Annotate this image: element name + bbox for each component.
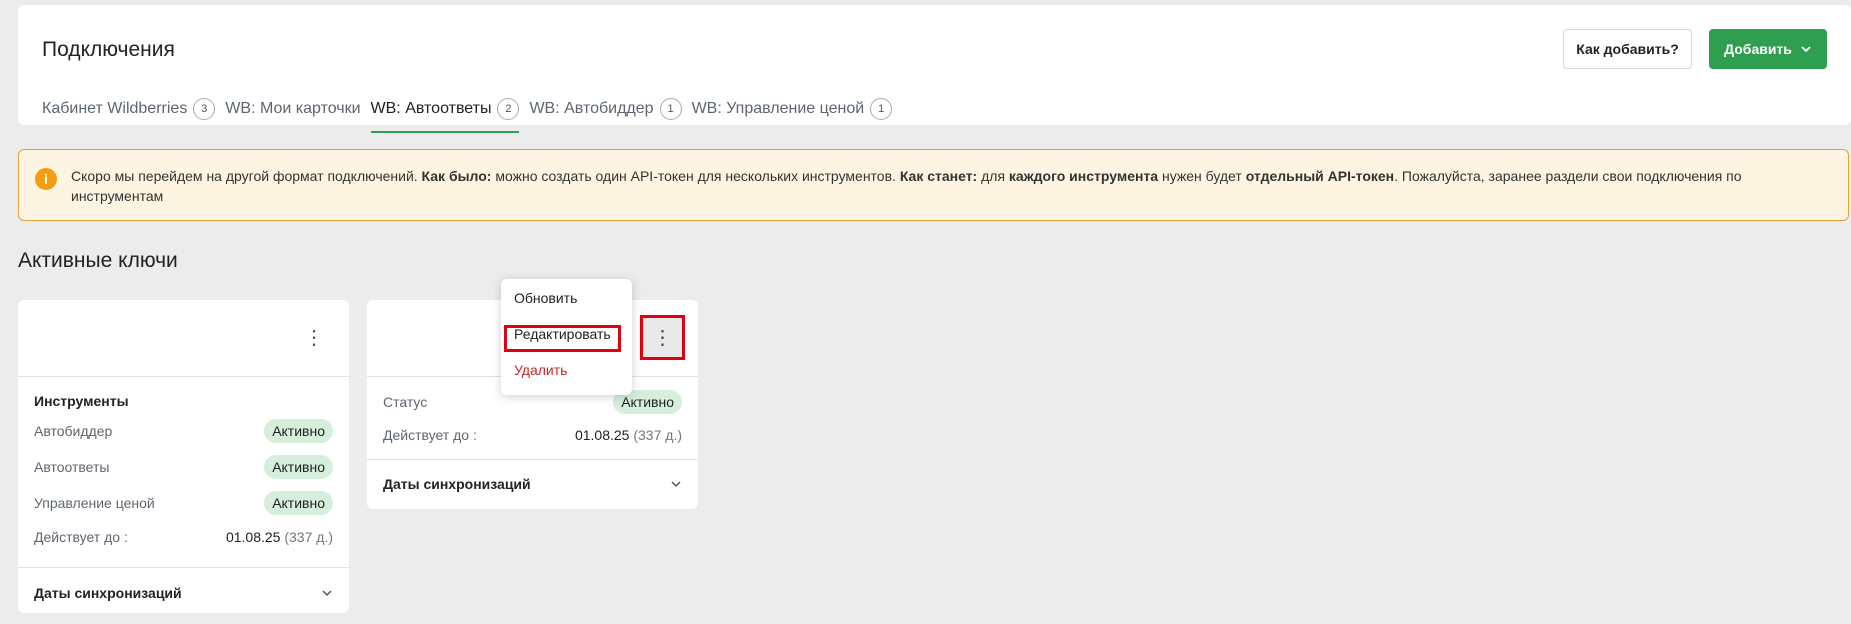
chevron-down-icon [322, 590, 332, 597]
notice-part: для [977, 168, 1009, 184]
notice-part: Скоро мы перейдем на другой формат подкл… [71, 168, 422, 184]
notice-bold: Как было: [421, 168, 492, 184]
tool-name: Управление ценой [34, 495, 155, 511]
tab-label: WB: Автобиддер [529, 100, 654, 117]
valid-until-row: Действует до : 01.08.25 (337 д.) [18, 521, 349, 553]
tools-title: Инструменты [34, 393, 129, 409]
tool-row: Автобиддер Активно [18, 413, 349, 449]
menu-item-delete[interactable]: Удалить [514, 362, 567, 378]
header-panel: Подключения Как добавить? Добавить Кабин… [18, 5, 1851, 133]
status-label: Статус [383, 394, 428, 410]
valid-days: (337 д.) [284, 529, 333, 545]
tab-count: 1 [659, 98, 682, 120]
sync-dates-label: Даты синхронизаций [34, 585, 182, 601]
status-badge: Активно [264, 455, 333, 479]
page-title: Подключения [42, 38, 175, 61]
notice-bold: отдельный API-токен [1245, 168, 1395, 184]
valid-until-value: 01.08.25 (337 д.) [575, 427, 682, 443]
notice-part: можно создать один API-токен для несколь… [491, 168, 900, 184]
card-header: ⋮ [18, 300, 349, 377]
tab-price-management[interactable]: WB: Управление ценой 1 [692, 93, 893, 129]
tool-row: Автоответы Активно [18, 449, 349, 485]
add-button[interactable]: Добавить [1709, 29, 1827, 69]
sync-dates-label: Даты синхронизаций [383, 476, 531, 492]
notice-banner: i Скоро мы перейдем на другой формат под… [18, 149, 1849, 221]
notice-bold: каждого инструмента [1008, 168, 1159, 184]
sync-dates-toggle[interactable]: Даты синхронизаций [367, 460, 698, 508]
tab-count: 1 [870, 98, 893, 120]
valid-until-label: Действует до : [34, 529, 128, 545]
tool-name: Автоответы [34, 459, 110, 475]
tab-autoanswers[interactable]: WB: Автоответы 2 [370, 93, 520, 133]
tabs: Кабинет Wildberries 3 WB: Мои карточки W… [42, 93, 902, 133]
sync-dates-toggle[interactable]: Даты синхронизаций [18, 568, 349, 618]
tab-label: WB: Управление ценой [691, 100, 865, 117]
valid-until-value: 01.08.25 (337 д.) [226, 529, 333, 545]
tab-autobidder[interactable]: WB: Автобиддер 1 [529, 93, 682, 129]
more-vertical-icon[interactable]: ⋮ [304, 322, 324, 352]
notice-text: Скоро мы перейдем на другой формат подкл… [71, 166, 1828, 206]
section-title: Активные ключи [18, 249, 178, 272]
valid-date: 01.08.25 [574, 427, 630, 443]
notice-part: нужен будет [1158, 168, 1246, 184]
status-badge: Активно [264, 419, 333, 443]
valid-days: (337 д.) [633, 427, 682, 443]
tab-count: 2 [497, 98, 520, 120]
tab-label: WB: Мои карточки [225, 100, 361, 117]
valid-date: 01.08.25 [225, 529, 281, 545]
how-to-add-button[interactable]: Как добавить? [1563, 29, 1692, 69]
chevron-down-icon [1801, 46, 1811, 53]
tool-name: Автобиддер [34, 423, 113, 439]
tab-wildberries[interactable]: Кабинет Wildberries 3 [42, 93, 216, 129]
status-badge: Активно [264, 491, 333, 515]
add-button-label: Добавить [1724, 41, 1792, 57]
info-icon: i [35, 168, 57, 190]
tab-label: Кабинет Wildberries [42, 100, 188, 117]
valid-until-label: Действует до : [383, 427, 477, 443]
key-card-1: ⋮ Инструменты Автобиддер Активно Автоотв… [18, 300, 349, 613]
chevron-down-icon [671, 481, 681, 488]
tab-label: WB: Автоответы [370, 100, 492, 117]
tool-row: Управление ценой Активно [18, 485, 349, 521]
notice-bold: Как станет: [899, 168, 978, 184]
menu-item-refresh[interactable]: Обновить [514, 290, 577, 306]
valid-until-row: Действует до : 01.08.25 (337 д.) [367, 417, 698, 453]
more-vertical-icon[interactable]: ⋮ [640, 315, 685, 360]
tab-count: 3 [193, 98, 216, 120]
edit-highlight-frame [504, 325, 621, 352]
tab-my-cards[interactable]: WB: Мои карточки [225, 93, 360, 129]
